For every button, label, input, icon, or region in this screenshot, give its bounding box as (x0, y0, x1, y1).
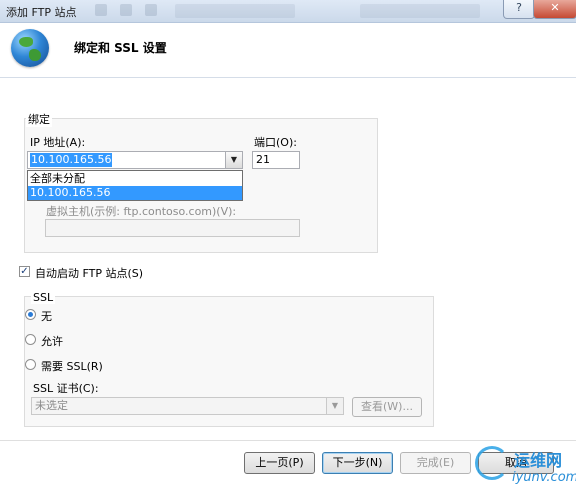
wizard-header: 绑定和 SSL 设置 (0, 23, 576, 78)
ssl-allow-radio[interactable] (25, 334, 36, 345)
background-icon (120, 4, 132, 16)
ssl-require-label[interactable]: 需要 SSL(R) (41, 358, 103, 374)
ssl-require-radio[interactable] (25, 359, 36, 370)
port-input[interactable]: 21 (252, 151, 300, 169)
page-title: 绑定和 SSL 设置 (74, 41, 167, 55)
globe-icon (11, 29, 49, 67)
ssl-none-label[interactable]: 无 (41, 308, 52, 324)
port-label: 端口(O): (254, 136, 297, 149)
auto-start-label[interactable]: 自动启动 FTP 站点(S) (35, 265, 143, 281)
window-titlebar: 添加 FTP 站点 ? ✕ (0, 0, 576, 23)
close-button[interactable]: ✕ (533, 0, 576, 19)
ssl-none-radio[interactable] (25, 309, 36, 320)
ssl-cert-select[interactable]: 未选定 ▼ (31, 397, 344, 415)
ip-address-dropdown-list: 全部未分配 10.100.165.56 (27, 170, 243, 201)
background-icon (145, 4, 157, 16)
finish-button[interactable]: 完成(E) (400, 452, 471, 474)
virtual-host-input[interactable] (45, 219, 300, 237)
view-cert-button[interactable]: 查看(W)... (352, 397, 422, 417)
ip-address-label: IP 地址(A): (30, 136, 86, 149)
help-button[interactable]: ? (503, 0, 535, 19)
virtual-host-label: 虚拟主机(示例: ftp.contoso.com)(V): (46, 205, 237, 218)
window-title: 添加 FTP 站点 (6, 6, 77, 19)
background-toolbar (175, 4, 295, 18)
ip-address-combobox[interactable]: 10.100.165.56 ▼ (27, 151, 243, 169)
footer-divider (0, 440, 576, 441)
chevron-down-icon[interactable]: ▼ (326, 398, 343, 414)
ssl-cert-label: SSL 证书(C): (33, 382, 99, 395)
ip-address-value: 10.100.165.56 (30, 153, 113, 167)
prev-button[interactable]: 上一页(P) (244, 452, 315, 474)
ssl-allow-label[interactable]: 允许 (41, 333, 63, 349)
ssl-group-label: SSL (31, 291, 56, 304)
watermark-text: 运维网 (514, 451, 563, 470)
background-icon (95, 4, 107, 16)
ssl-cert-value: 未选定 (35, 399, 68, 412)
auto-start-checkbox[interactable]: ✓ (19, 266, 30, 277)
dropdown-option[interactable]: 全部未分配 (28, 172, 242, 186)
binding-group-label: 绑定 (26, 111, 52, 127)
next-button[interactable]: 下一步(N) (322, 452, 393, 474)
watermark-logo-icon (475, 446, 509, 480)
chevron-down-icon[interactable]: ▼ (225, 152, 242, 168)
dropdown-option-selected[interactable]: 10.100.165.56 (28, 186, 242, 200)
watermark-url: iyunv.com (512, 470, 576, 485)
background-toolbar (360, 4, 480, 18)
